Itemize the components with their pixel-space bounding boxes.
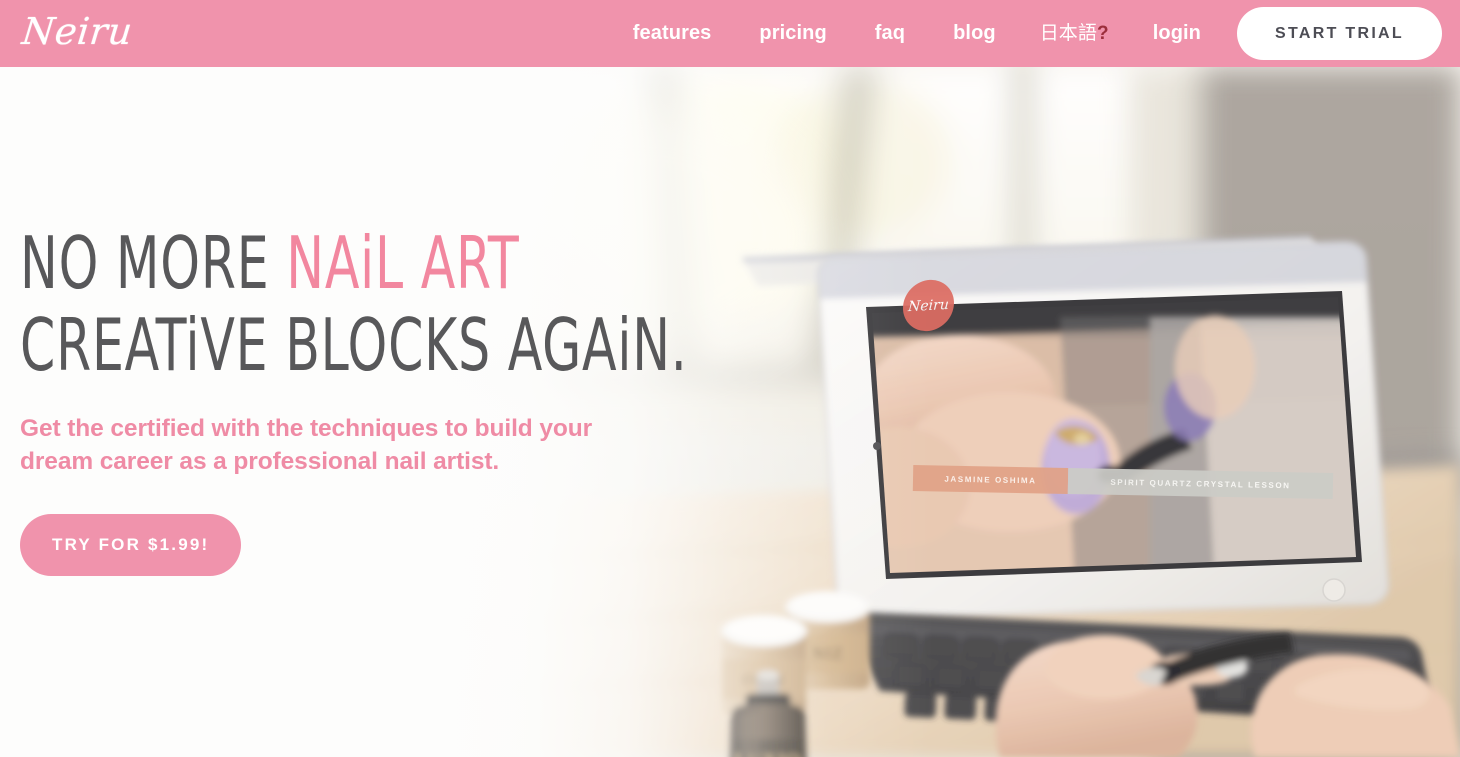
brand-logo[interactable]: Neiru (20, 10, 135, 53)
main-navigation: features pricing faq blog 日本語? login STA… (609, 0, 1460, 67)
hero-section: NIZ OZIN (0, 67, 1460, 757)
nav-item-login[interactable]: login (1129, 0, 1223, 67)
headline-dark-text: NO MORE (20, 221, 287, 305)
nav-item-blog[interactable]: blog (929, 0, 1020, 67)
site-header: Neiru features pricing faq blog 日本語? log… (0, 0, 1460, 67)
video-artist-name: JASMINE OSHIMA (912, 464, 1069, 494)
headline-line-1: NO MORE NAiL ART (20, 222, 519, 304)
landing-page: Neiru features pricing faq blog 日本語? log… (0, 0, 1460, 757)
nav-item-features[interactable]: features (609, 0, 736, 67)
try-for-price-button[interactable]: TRY FOR $1.99! (20, 514, 242, 576)
headline-accent-text: NAiL ART (286, 221, 520, 305)
hero-subheading: Get the certified with the techniques to… (20, 415, 593, 475)
page-title: NO MORE NAiL ART CREATiVE BLOCKS AGAiN. (20, 222, 688, 387)
nav-item-pricing[interactable]: pricing (735, 0, 850, 67)
video-lesson-title: SPIRIT QUARTZ CRYSTAL LESSON (1067, 467, 1334, 500)
hero-copy: NO MORE NAiL ART CREATiVE BLOCKS AGAiN. … (20, 222, 688, 576)
language-label: 日本語 (1039, 22, 1098, 44)
headline-line-2: CREATiVE BLOCKS AGAiN. (20, 303, 688, 387)
language-question-mark: ? (1097, 23, 1109, 44)
nav-item-language-japanese[interactable]: 日本語? (1020, 0, 1129, 67)
start-trial-button[interactable]: START TRIAL (1237, 7, 1442, 60)
nav-item-faq[interactable]: faq (851, 0, 929, 67)
